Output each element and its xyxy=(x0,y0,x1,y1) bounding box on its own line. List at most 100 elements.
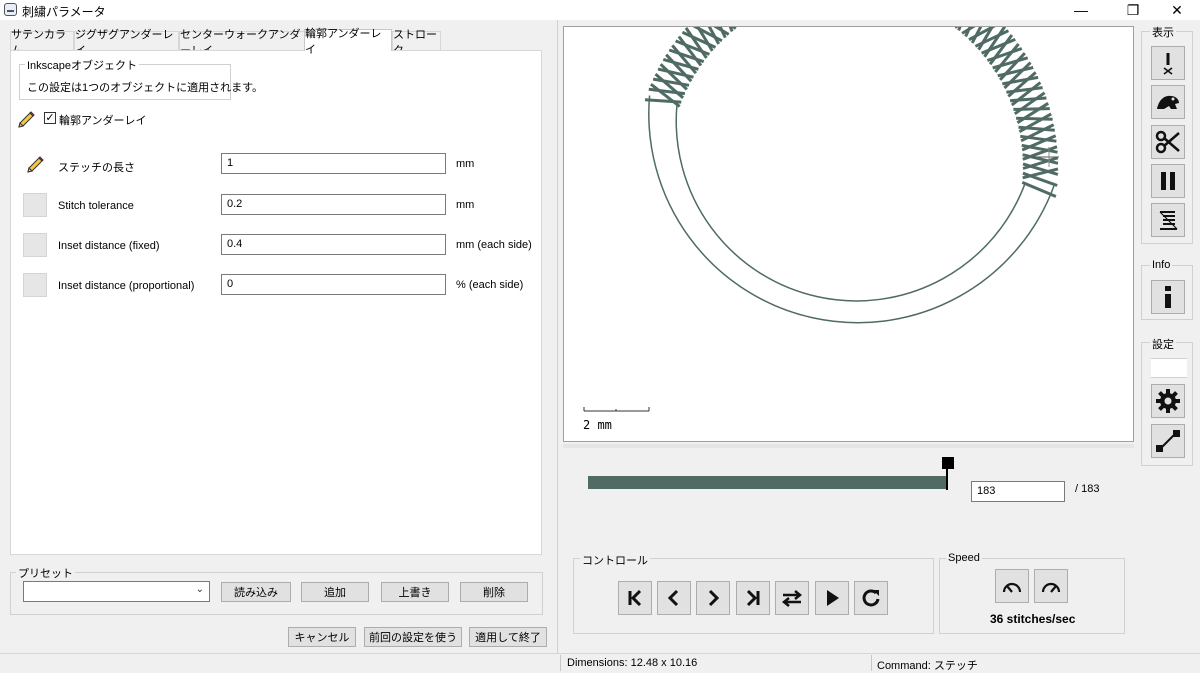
chevron-right-icon xyxy=(708,589,720,607)
app-icon xyxy=(4,3,17,16)
restart-button[interactable] xyxy=(854,581,888,615)
frog-jump-icon xyxy=(1157,95,1179,109)
tab-contour-underlay[interactable]: 輪郭アンダーレイ xyxy=(304,28,392,56)
param-unit: mm xyxy=(456,158,475,170)
stitch-tolerance-input[interactable]: 0.2 xyxy=(221,194,446,215)
param-reset-toggle[interactable] xyxy=(23,233,47,257)
needle-points-button[interactable] xyxy=(1151,424,1185,458)
close-button[interactable]: ✕ xyxy=(1154,0,1200,20)
status-separator xyxy=(560,655,561,671)
param-label-stitch-length: ステッチの長さ xyxy=(58,162,135,174)
restore-button[interactable]: ❐ xyxy=(1110,0,1156,20)
cancel-button[interactable]: キャンセル xyxy=(288,627,356,647)
toggle-color-change-button[interactable] xyxy=(1151,203,1185,237)
scale-bar-label: 2 mm xyxy=(583,418,612,432)
pencil-icon[interactable] xyxy=(14,108,38,132)
apply-and-quit-button[interactable]: 適用して終了 xyxy=(469,627,547,647)
pause-icon xyxy=(1161,172,1175,190)
info-group-text: この設定は1つのオブジェクトに適用されます。 xyxy=(27,82,264,94)
stitch-progress-slider[interactable] xyxy=(588,476,948,489)
preview-divider[interactable] xyxy=(563,444,1134,448)
next-stitch-button[interactable] xyxy=(696,581,730,615)
settings-color-swatch[interactable] xyxy=(1151,358,1187,378)
stitch-rail xyxy=(648,95,1055,324)
play-button[interactable] xyxy=(815,581,849,615)
chevron-left-icon xyxy=(667,589,679,607)
window-title: 刺繍パラメータ xyxy=(22,5,106,19)
param-unit: % (each side) xyxy=(456,279,524,291)
tab-satin-column[interactable]: サテンカラム xyxy=(10,29,74,57)
stitch-line xyxy=(652,77,690,87)
reverse-direction-button[interactable] xyxy=(775,581,809,615)
info-button[interactable] xyxy=(1151,280,1185,314)
param-unit: mm (each side) xyxy=(456,239,532,251)
gear-icon xyxy=(1156,389,1180,413)
preset-select[interactable]: ⌄ xyxy=(23,581,210,602)
speedometer-fast-icon xyxy=(1041,582,1061,593)
tab-zigzag-underlay[interactable]: ジグザグアンダーレイ xyxy=(74,29,179,57)
line-endpoints-icon xyxy=(1156,430,1180,452)
use-last-settings-button[interactable]: 前回の設定を使う xyxy=(364,627,462,647)
param-reset-toggle[interactable] xyxy=(23,273,47,297)
tab-stroke[interactable]: ストローク xyxy=(392,29,441,57)
preset-overwrite-button[interactable]: 上書き xyxy=(381,582,449,602)
play-icon xyxy=(827,590,839,606)
preset-add-button[interactable]: 追加 xyxy=(301,582,369,602)
refresh-icon xyxy=(862,589,880,607)
underlay-checkbox[interactable]: ✓ xyxy=(44,112,56,124)
tab-center-walk-underlay[interactable]: センターウォークアンダーレイ xyxy=(179,29,306,57)
warning-marker-icon xyxy=(1163,53,1173,75)
info-group-title: Inkscapeオブジェクト xyxy=(25,57,140,73)
display-group-title: 表示 xyxy=(1150,24,1176,40)
stitch-preview[interactable] xyxy=(563,0,1134,442)
total-stitch-count: / 183 xyxy=(1075,483,1100,495)
pencil-icon[interactable] xyxy=(23,153,47,177)
previous-stitch-button[interactable] xyxy=(657,581,691,615)
settings-button[interactable] xyxy=(1151,384,1185,418)
pane-separator xyxy=(557,20,558,653)
param-reset-toggle[interactable] xyxy=(23,193,47,217)
speed-readout: 36 stitches/sec xyxy=(990,612,1076,626)
stitch-length-input[interactable]: 1 xyxy=(221,153,446,174)
skip-start-icon xyxy=(628,589,642,607)
toggle-jumps-button[interactable] xyxy=(1151,85,1185,119)
title-bar: 刺繍パラメータ — ❐ ✕ xyxy=(0,0,1200,20)
chevron-down-icon: ⌄ xyxy=(195,584,204,595)
param-unit: mm xyxy=(456,199,475,211)
slower-button[interactable] xyxy=(995,569,1029,603)
info-icon xyxy=(1165,286,1171,308)
slider-handle[interactable] xyxy=(942,457,954,469)
scissors-icon xyxy=(1155,130,1180,154)
toggle-stops-button[interactable] xyxy=(1151,164,1185,198)
minimize-button[interactable]: — xyxy=(1058,0,1104,20)
faster-button[interactable] xyxy=(1034,569,1068,603)
inset-fixed-input[interactable]: 0.4 xyxy=(221,234,446,255)
stitch-rail xyxy=(675,105,1027,302)
skip-end-icon xyxy=(746,589,760,607)
preset-delete-button[interactable]: 削除 xyxy=(460,582,528,602)
last-stitch-button[interactable] xyxy=(736,581,770,615)
swap-arrows-icon xyxy=(781,590,803,607)
inset-proportional-input[interactable]: 0 xyxy=(221,274,446,295)
info-group-title: Info xyxy=(1150,259,1173,271)
first-stitch-button[interactable] xyxy=(618,581,652,615)
status-command: Command: ステッチ xyxy=(877,660,978,672)
stitch-line xyxy=(1010,81,1042,107)
toggle-trims-button[interactable] xyxy=(1151,125,1185,159)
stitch-line xyxy=(648,87,686,96)
param-label-inset-proportional: Inset distance (proportional) xyxy=(58,280,195,292)
stitch-line xyxy=(998,52,1026,81)
controls-group-title: コントロール xyxy=(580,552,650,568)
stitch-lines-icon xyxy=(1159,211,1178,230)
toggle-warnings-button[interactable] xyxy=(1151,46,1185,80)
preset-load-button[interactable]: 読み込み xyxy=(221,582,291,602)
underlay-checkbox-label: 輪郭アンダーレイ xyxy=(59,115,147,127)
current-stitch-input[interactable]: 183 xyxy=(971,481,1065,502)
preset-group-title: プリセット xyxy=(16,565,75,581)
stitch-line xyxy=(662,57,699,71)
speed-group-title: Speed xyxy=(946,552,982,564)
param-label-stitch-tolerance: Stitch tolerance xyxy=(58,200,134,212)
stitch-line xyxy=(1003,61,1032,90)
status-dimensions: Dimensions: 12.48 x 10.16 xyxy=(567,657,698,669)
stitch-line xyxy=(657,67,694,79)
